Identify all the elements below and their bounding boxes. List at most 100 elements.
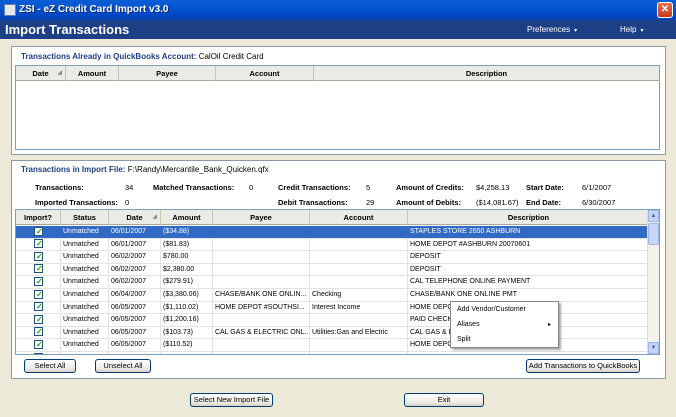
import-cell[interactable] xyxy=(16,339,61,352)
column-header-account[interactable]: Account xyxy=(310,210,408,225)
column-header-account[interactable]: Account xyxy=(216,66,314,81)
amount-cell: $780.00 xyxy=(161,251,213,264)
description-cell: STAPLES STORE 2650 ASHBURN xyxy=(408,226,649,238)
existing-transactions-grid[interactable]: Date ◢ Amount Payee Account Description xyxy=(15,65,660,150)
table-row[interactable]: Unmatched06/02/2007($279.91) CAL TELEPHON… xyxy=(16,276,649,289)
import-cell[interactable] xyxy=(16,326,61,339)
add-transactions-button[interactable]: Add Transactions to QuickBooks xyxy=(526,359,640,373)
column-header-date[interactable]: Date ◢ xyxy=(16,66,66,81)
import-file-heading: Transactions in Import File: F:\Randy\Me… xyxy=(21,165,269,174)
status-cell: Unmatched xyxy=(61,226,109,238)
status-cell: Unmatched xyxy=(61,263,109,276)
import-checkbox[interactable] xyxy=(34,352,43,354)
account-cell: Checking xyxy=(310,289,408,301)
status-cell: Unmatched xyxy=(61,314,109,327)
select-new-import-file-button[interactable]: Select New Import File xyxy=(190,393,273,407)
import-checkbox[interactable] xyxy=(34,339,43,351)
import-transactions-grid[interactable]: Import? Status Date ◢ Amount Payee Accoun… xyxy=(15,209,660,355)
context-menu-split[interactable]: Split xyxy=(457,334,555,346)
context-menu-add-vendor[interactable]: Add Vendor/Customer xyxy=(457,304,555,316)
import-checkbox[interactable] xyxy=(34,327,43,338)
amount-cell: ($279.91) xyxy=(161,276,213,289)
import-file-panel: Transactions in Import File: F:\Randy\Me… xyxy=(11,160,666,379)
import-cell[interactable] xyxy=(16,352,61,354)
date-cell: 06/02/2007 xyxy=(109,276,161,289)
description-cell: HOME DEPOT #ASHBURN 20070601 xyxy=(408,238,649,251)
description-cell: DEPOSIT xyxy=(408,251,649,264)
vertical-scrollbar[interactable]: ▲ ▼ xyxy=(647,210,659,354)
header-bar: Import Transactions Preferences ▾ Help ▾ xyxy=(0,20,676,39)
account-cell xyxy=(310,276,408,289)
table-row[interactable]: Unmatched06/01/2007($81.83) HOME DEPOT #A… xyxy=(16,238,649,252)
import-cell[interactable] xyxy=(16,251,61,264)
date-cell: 06/05/2007 xyxy=(109,326,161,339)
account-cell xyxy=(310,251,408,264)
import-cell[interactable] xyxy=(16,314,61,327)
table-row[interactable]: Unmatched06/02/2007$2,380.00 DEPOSIT xyxy=(16,263,649,277)
preferences-menu-label: Preferences xyxy=(527,25,571,34)
import-cell[interactable] xyxy=(16,276,61,289)
import-checkbox[interactable] xyxy=(34,314,43,326)
amount-cell: ($1,110.02) xyxy=(161,301,213,314)
stat-transactions: Transactions: 34 xyxy=(35,183,134,192)
existing-account-name: CalOil Credit Card xyxy=(198,52,264,61)
import-checkbox[interactable] xyxy=(34,251,43,263)
table-row[interactable]: Unmatched06/05/2007($156.40) HOME DEPOT xyxy=(16,352,649,354)
import-checkbox[interactable] xyxy=(34,276,43,288)
amount-cell: $2,380.00 xyxy=(161,263,213,276)
exit-button[interactable]: Exit xyxy=(404,393,484,407)
column-header-date[interactable]: Date ◢ xyxy=(109,210,161,225)
status-cell: Unmatched xyxy=(61,289,109,301)
column-header-status[interactable]: Status xyxy=(61,210,109,225)
payee-cell xyxy=(213,276,310,289)
table-row[interactable]: Unmatched06/01/2007($34.88) STAPLES STORE… xyxy=(16,226,649,239)
scroll-thumb[interactable] xyxy=(648,223,659,245)
column-header-description[interactable]: Description xyxy=(408,210,649,225)
account-cell: Interest Income xyxy=(310,301,408,314)
payee-cell xyxy=(213,263,310,276)
select-all-button[interactable]: Select All xyxy=(24,359,76,373)
table-row[interactable]: Unmatched06/04/2007($3,380.06)CHASE/BANK… xyxy=(16,289,649,302)
account-cell xyxy=(310,238,408,251)
date-cell: 06/04/2007 xyxy=(109,289,161,301)
status-cell: Unmatched xyxy=(61,352,109,354)
import-file-path: F:\Randy\Mercantile_Bank_Quicken.qfx xyxy=(127,165,269,174)
status-cell: Unmatched xyxy=(61,276,109,289)
account-cell xyxy=(310,263,408,276)
import-checkbox[interactable] xyxy=(34,239,43,250)
payee-cell: HOME DEPOT #SOUTHSI... xyxy=(213,301,310,314)
import-checkbox[interactable] xyxy=(34,289,43,301)
help-menu[interactable]: Help ▾ xyxy=(620,25,643,34)
description-cell: HOME DEPOT xyxy=(408,352,649,354)
status-cell: Unmatched xyxy=(61,326,109,339)
import-file-label: Transactions in Import File: xyxy=(21,165,126,174)
column-header-amount[interactable]: Amount xyxy=(161,210,213,225)
chevron-down-icon: ▾ xyxy=(574,28,578,34)
import-cell[interactable] xyxy=(16,226,61,238)
scroll-up-icon[interactable]: ▲ xyxy=(648,210,659,222)
column-header-import[interactable]: Import? xyxy=(16,210,61,225)
column-header-amount[interactable]: Amount xyxy=(66,66,119,81)
amount-cell: ($156.40) xyxy=(161,352,213,354)
date-cell: 06/02/2007 xyxy=(109,251,161,264)
date-cell: 06/02/2007 xyxy=(109,263,161,276)
scroll-down-icon[interactable]: ▼ xyxy=(648,342,659,354)
existing-transactions-heading: Transactions Already in QuickBooks Accou… xyxy=(21,52,264,61)
close-button[interactable]: ✕ xyxy=(657,2,673,18)
column-header-payee[interactable]: Payee xyxy=(119,66,216,81)
description-cell: DEPOSIT xyxy=(408,263,649,276)
column-header-payee[interactable]: Payee xyxy=(213,210,310,225)
table-row[interactable]: Unmatched06/02/2007$780.00 DEPOSIT xyxy=(16,251,649,264)
preferences-menu[interactable]: Preferences ▾ xyxy=(527,25,577,34)
import-cell[interactable] xyxy=(16,301,61,314)
unselect-all-button[interactable]: Unselect All xyxy=(95,359,151,373)
import-cell[interactable] xyxy=(16,289,61,301)
import-checkbox[interactable] xyxy=(34,264,43,275)
context-menu-aliases[interactable]: Aliases ▸ xyxy=(457,319,555,331)
import-cell[interactable] xyxy=(16,263,61,276)
column-header-description[interactable]: Description xyxy=(314,66,659,81)
import-checkbox[interactable] xyxy=(34,226,43,238)
stat-imported: Imported Transactions: 0 xyxy=(35,198,130,207)
import-checkbox[interactable] xyxy=(34,302,43,313)
import-cell[interactable] xyxy=(16,238,61,251)
